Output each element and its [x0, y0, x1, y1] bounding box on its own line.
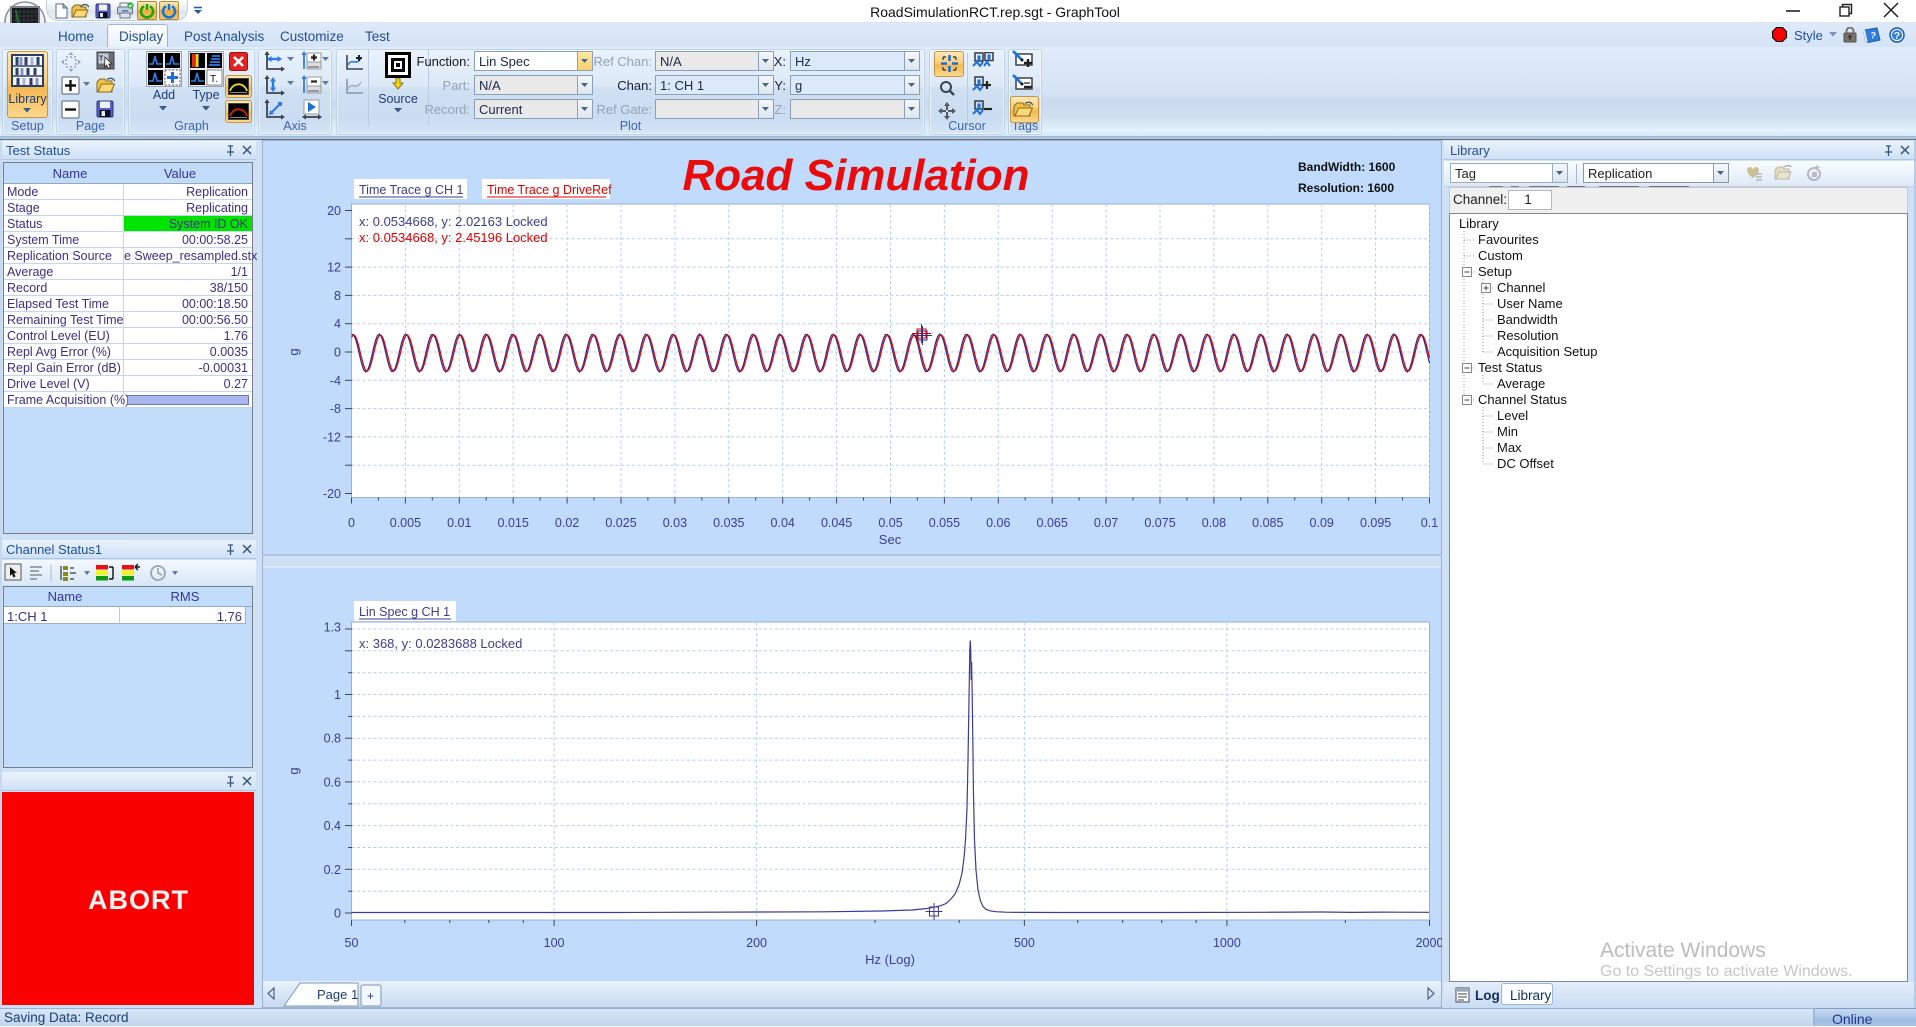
- svg-text:0.8: 0.8: [324, 732, 341, 746]
- svg-text:-4: -4: [330, 374, 341, 388]
- svg-text:50: 50: [345, 936, 359, 950]
- svg-text:0.065: 0.065: [1037, 516, 1068, 530]
- svg-text:Resolution: 1600: Resolution: 1600: [1298, 181, 1394, 195]
- svg-text:Sec: Sec: [879, 532, 902, 547]
- svg-text:Time Trace g CH 1: Time Trace g CH 1: [359, 183, 463, 197]
- svg-text:0.03: 0.03: [663, 516, 687, 530]
- svg-text:0.045: 0.045: [821, 516, 852, 530]
- svg-text:DC Offset: DC Offset: [1497, 456, 1554, 471]
- svg-text:Level: Level: [1497, 408, 1528, 423]
- svg-text:4: 4: [334, 317, 341, 331]
- svg-text:1.3: 1.3: [324, 621, 341, 635]
- svg-text:0.085: 0.085: [1252, 516, 1283, 530]
- svg-text:User Name: User Name: [1497, 296, 1563, 311]
- svg-text:BandWidth: 1600: BandWidth: 1600: [1298, 160, 1396, 174]
- svg-text:0.055: 0.055: [929, 516, 960, 530]
- svg-text:?: ?: [1894, 30, 1900, 42]
- svg-text:0.005: 0.005: [390, 516, 421, 530]
- svg-text:0.095: 0.095: [1360, 516, 1391, 530]
- svg-text:0.015: 0.015: [498, 516, 529, 530]
- svg-text:Channel Status: Channel Status: [1478, 392, 1567, 407]
- svg-text:T: T: [99, 56, 104, 63]
- svg-text:Max: Max: [1497, 440, 1522, 455]
- svg-text:Average: Average: [1497, 376, 1545, 391]
- svg-text:0.4: 0.4: [324, 819, 341, 833]
- svg-text:Min: Min: [1497, 424, 1518, 439]
- svg-text:Library: Library: [1459, 216, 1499, 231]
- svg-text:0: 0: [334, 907, 341, 921]
- svg-text:-8: -8: [330, 402, 341, 416]
- svg-text:0: 0: [334, 346, 341, 360]
- svg-text:0.075: 0.075: [1144, 516, 1175, 530]
- svg-text:Setup: Setup: [1478, 264, 1512, 279]
- svg-text:Channel: Channel: [1497, 280, 1546, 295]
- svg-text:8: 8: [334, 289, 341, 303]
- svg-text:0: 0: [348, 516, 355, 530]
- svg-text:g: g: [286, 767, 301, 774]
- svg-text:0.1: 0.1: [1421, 516, 1438, 530]
- svg-text:0.05: 0.05: [878, 516, 902, 530]
- svg-text:Time Trace g DriveRef: Time Trace g DriveRef: [487, 183, 612, 197]
- svg-text:Bandwidth: Bandwidth: [1497, 312, 1558, 327]
- svg-text:Hz (Log): Hz (Log): [865, 952, 915, 967]
- svg-text:g: g: [286, 348, 301, 355]
- svg-text:Lin Spec g CH 1: Lin Spec g CH 1: [359, 605, 450, 619]
- svg-text:1000: 1000: [1213, 936, 1241, 950]
- svg-text:x: 0.0534668, y: 2.02163 Locke: x: 0.0534668, y: 2.02163 Locked: [359, 214, 548, 229]
- svg-text:Acquisition Setup: Acquisition Setup: [1497, 344, 1597, 359]
- svg-text:x: 0.0534668, y: 2.45196 Locke: x: 0.0534668, y: 2.45196 Locked: [359, 230, 548, 245]
- svg-text:-20: -20: [323, 487, 341, 501]
- svg-text:Test Status: Test Status: [1478, 360, 1543, 375]
- svg-text:x: 368, y: 0.0283688 Locked: x: 368, y: 0.0283688 Locked: [359, 636, 522, 651]
- svg-text:0.04: 0.04: [771, 516, 795, 530]
- svg-text:Favourites: Favourites: [1478, 232, 1539, 247]
- svg-text:0.08: 0.08: [1202, 516, 1226, 530]
- svg-text:0.02: 0.02: [555, 516, 579, 530]
- svg-text:-12: -12: [323, 430, 341, 444]
- svg-text:0.6: 0.6: [324, 775, 341, 789]
- svg-text:0.2: 0.2: [324, 863, 341, 877]
- svg-text:Resolution: Resolution: [1497, 328, 1558, 343]
- svg-text:1: 1: [334, 688, 341, 702]
- svg-text:100: 100: [544, 936, 565, 950]
- svg-text:2000: 2000: [1416, 936, 1442, 950]
- svg-text:20: 20: [327, 204, 341, 218]
- svg-text:T.: T.: [210, 74, 218, 85]
- svg-text:Custom: Custom: [1478, 248, 1523, 263]
- svg-text:Road Simulation: Road Simulation: [682, 151, 1029, 200]
- svg-text:200: 200: [746, 936, 767, 950]
- svg-text:12: 12: [327, 261, 341, 275]
- svg-text:0.025: 0.025: [605, 516, 636, 530]
- svg-text:0.035: 0.035: [713, 516, 744, 530]
- svg-text:0.07: 0.07: [1094, 516, 1118, 530]
- svg-text:0.09: 0.09: [1310, 516, 1334, 530]
- svg-text:500: 500: [1014, 936, 1035, 950]
- svg-text:+: +: [367, 989, 374, 1003]
- svg-text:Page 1: Page 1: [317, 987, 358, 1002]
- svg-text:0.01: 0.01: [447, 516, 471, 530]
- svg-text:0.06: 0.06: [986, 516, 1010, 530]
